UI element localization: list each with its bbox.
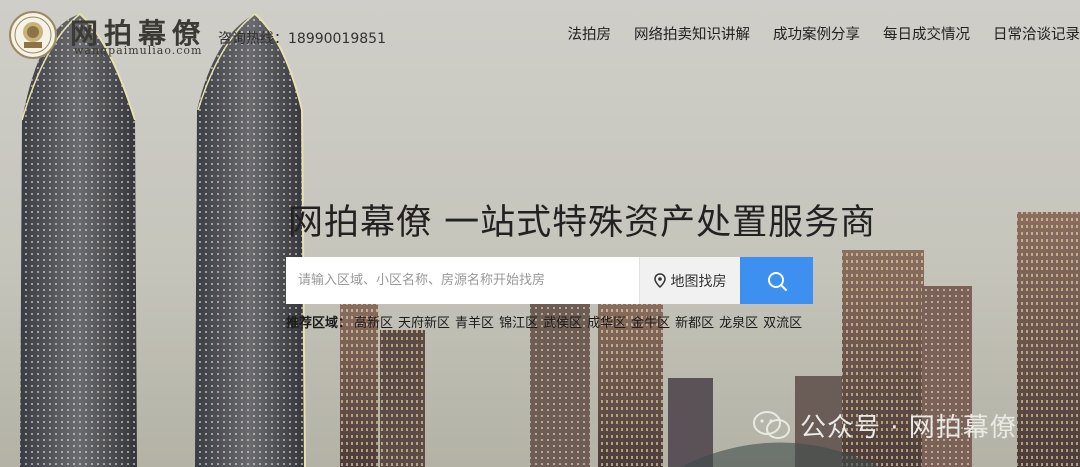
hero-headline: 网拍幕僚 一站式特殊资产处置服务商 [288, 203, 877, 243]
region-link[interactable]: 锦江区 [499, 312, 538, 331]
map-search-button[interactable]: 地图找房 [639, 257, 740, 304]
nav-item-negotiation-records[interactable]: 日常洽谈记录 [993, 23, 1080, 44]
region-link[interactable]: 双流区 [763, 312, 802, 331]
region-link[interactable]: 新都区 [675, 312, 714, 331]
nav-item-court-auction[interactable]: 法拍房 [568, 23, 612, 44]
search-input[interactable] [286, 257, 639, 304]
wechat-watermark: 公众号 · 网拍幕僚 [752, 407, 1017, 444]
search-button[interactable] [740, 257, 813, 304]
search-bar: 地图找房 [286, 257, 813, 304]
region-link[interactable]: 青羊区 [455, 312, 494, 331]
watermark-text: 公众号 · 网拍幕僚 [800, 413, 1017, 443]
recommended-regions: 推荐区域： 高新区 天府新区 青羊区 锦江区 武侯区 成华区 金牛区 新都区 龙… [286, 312, 802, 331]
wechat-icon [753, 410, 790, 439]
region-link[interactable]: 成华区 [587, 312, 626, 331]
location-pin-icon [653, 273, 666, 288]
region-link[interactable]: 龙泉区 [719, 312, 758, 331]
nav-item-success-cases[interactable]: 成功案例分享 [773, 23, 860, 44]
hotline-label: 咨询热线： [218, 31, 288, 47]
region-link[interactable]: 高新区 [354, 312, 393, 331]
site-logo[interactable]: 网拍幕僚 wangpaimuliao.com [6, 6, 231, 62]
nav-item-daily-deals[interactable]: 每日成交情况 [883, 23, 970, 44]
logo-domain: wangpaimuliao.com [74, 44, 203, 57]
region-link[interactable]: 武侯区 [543, 312, 582, 331]
region-link[interactable]: 天府新区 [398, 312, 450, 331]
regions-label: 推荐区域： [286, 316, 352, 331]
hotline-number: 18990019851 [288, 31, 386, 47]
main-nav: 法拍房 网络拍卖知识讲解 成功案例分享 每日成交情况 日常洽谈记录 [568, 23, 1080, 44]
lion-emblem-icon [9, 11, 57, 59]
hotline: 咨询热线：18990019851 [218, 28, 386, 48]
nav-item-auction-knowledge[interactable]: 网络拍卖知识讲解 [634, 23, 750, 44]
region-link[interactable]: 金牛区 [631, 312, 670, 331]
search-icon [767, 271, 787, 291]
map-search-label: 地图找房 [670, 273, 727, 290]
